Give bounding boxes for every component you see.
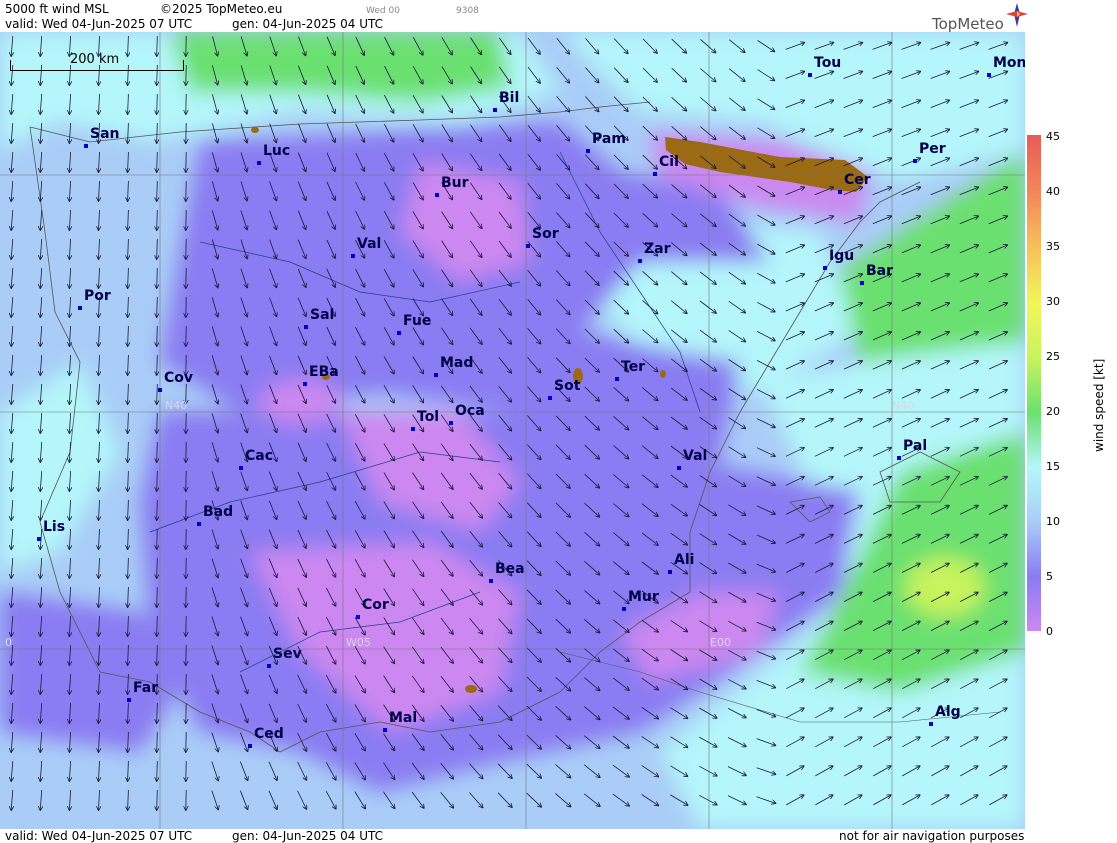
legend-tick: 35 [1046, 240, 1060, 253]
scale-label: 200 km [70, 52, 120, 67]
map-title: 5000 ft wind MSL [5, 2, 109, 16]
lat-label-west: N40 [165, 399, 188, 412]
footer-bar: valid: Wed 04-Jun-2025 07 UTC gen: 04-Ju… [0, 829, 1025, 843]
legend-tick: 40 [1046, 185, 1060, 198]
lat-label-east: N40 [892, 399, 915, 412]
legend-tick: 20 [1046, 405, 1060, 418]
compass-icon [1006, 3, 1028, 27]
topmeteo-logo: TopMeteo [932, 3, 1028, 33]
footer-disclaimer: not for air navigation purposes [839, 829, 1025, 843]
lon-label-e00: E00 [710, 636, 731, 649]
code-label: 9308 [456, 6, 479, 16]
logo-text: TopMeteo [932, 15, 1004, 33]
legend-tick: 10 [1046, 515, 1060, 528]
lon-label-w05: W05 [346, 636, 371, 649]
wind-map[interactable]: 200 km N40 N40 W05 E00 0 Bil Tou Mon San… [0, 32, 1025, 829]
legend-tick: 25 [1046, 350, 1060, 363]
generated-time: gen: 04-Jun-2025 04 UTC [232, 17, 384, 31]
legend-tick: 5 [1046, 570, 1053, 583]
footer-generated-time: gen: 04-Jun-2025 04 UTC [232, 829, 384, 843]
legend-tick: 30 [1046, 295, 1060, 308]
wind-field [0, 32, 1025, 829]
copyright: ©2025 TopMeteo.eu [160, 2, 283, 16]
legend-tick: 0 [1046, 625, 1053, 638]
legend-tick: 45 [1046, 130, 1060, 143]
lon-label-w10: 0 [5, 636, 12, 649]
legend-unit: wind speed [kt] [1092, 358, 1106, 452]
wind-speed-colorbar [1027, 135, 1041, 631]
step-label: Wed 00 [366, 6, 400, 16]
legend-tick: 15 [1046, 460, 1060, 473]
valid-time: valid: Wed 04-Jun-2025 07 UTC [5, 17, 193, 31]
footer-valid-time: valid: Wed 04-Jun-2025 07 UTC [5, 829, 193, 843]
